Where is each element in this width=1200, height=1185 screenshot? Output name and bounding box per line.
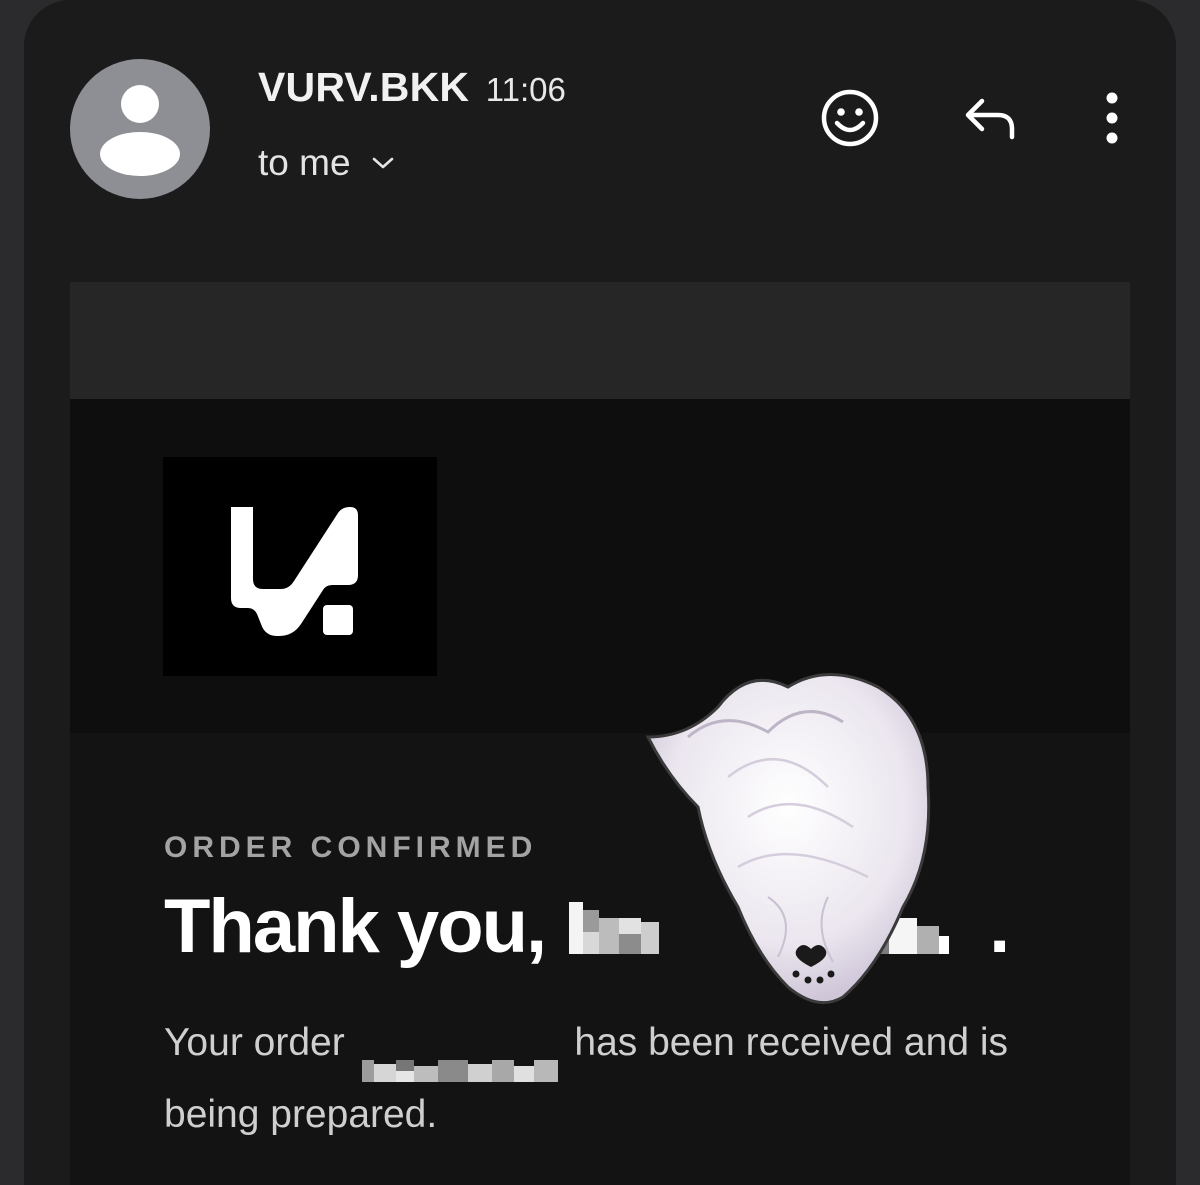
email-body: ORDER CONFIRMED Thank you, . Your order … <box>70 399 1130 1185</box>
reply-button[interactable] <box>960 88 1020 148</box>
sent-time: 11:06 <box>485 71 566 108</box>
sender-name[interactable]: VURV.BKK <box>258 64 469 110</box>
more-options-button[interactable] <box>1082 88 1142 148</box>
person-icon <box>100 85 180 176</box>
order-message-prefix: Your order <box>164 1021 345 1064</box>
sender-line: VURV.BKK 11:06 <box>258 64 566 111</box>
dog-sticker-image <box>645 673 931 1005</box>
brand-header <box>70 399 1130 733</box>
order-message: Your order has been received and is bein… <box>164 1007 1064 1151</box>
vurv-logo <box>231 507 358 636</box>
order-status-eyebrow: ORDER CONFIRMED <box>164 831 538 864</box>
react-button[interactable] <box>820 88 880 148</box>
headline-period: . <box>989 884 1010 969</box>
email-top-banner <box>70 282 1130 399</box>
reply-icon <box>965 98 1015 140</box>
pixelated-redaction <box>361 1059 558 1082</box>
chevron-down-icon <box>372 157 393 169</box>
brand-logo <box>163 457 437 676</box>
more-vert-icon <box>1106 92 1118 144</box>
redacted-order-number <box>361 1034 558 1082</box>
sender-avatar[interactable] <box>70 59 210 199</box>
emoji-icon <box>821 89 879 147</box>
headline-text: Thank you, <box>164 884 547 969</box>
recipient-toggle[interactable]: to me <box>258 142 395 184</box>
email-view: VURV.BKK 11:06 to me ORDER CONFIRMED Tha… <box>24 0 1176 1185</box>
recipient-label: to me <box>258 142 351 183</box>
